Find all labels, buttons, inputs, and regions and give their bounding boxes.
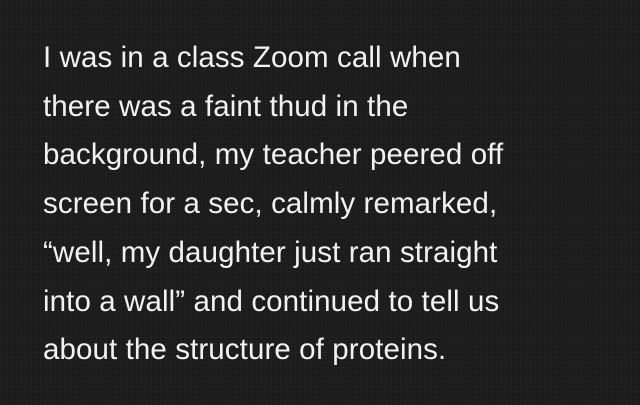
- note-line-6: into a wall” and continued to tell us: [43, 284, 500, 318]
- note-line-4: screen for a sec, calmly remarked,: [43, 187, 498, 221]
- note-line-2: there was a faint thud in the: [43, 89, 409, 123]
- note-text: I was in a class Zoom call when there wa…: [43, 34, 633, 375]
- note-line-1: I was in a class Zoom call when: [43, 41, 461, 74]
- note-line-7: about the structure of proteins.: [43, 333, 447, 367]
- note-line-3: background, my teacher peered off: [43, 138, 504, 172]
- note-screenshot: I was in a class Zoom call when there wa…: [0, 0, 640, 405]
- note-line-5: “well, my daughter just ran straight: [43, 235, 498, 269]
